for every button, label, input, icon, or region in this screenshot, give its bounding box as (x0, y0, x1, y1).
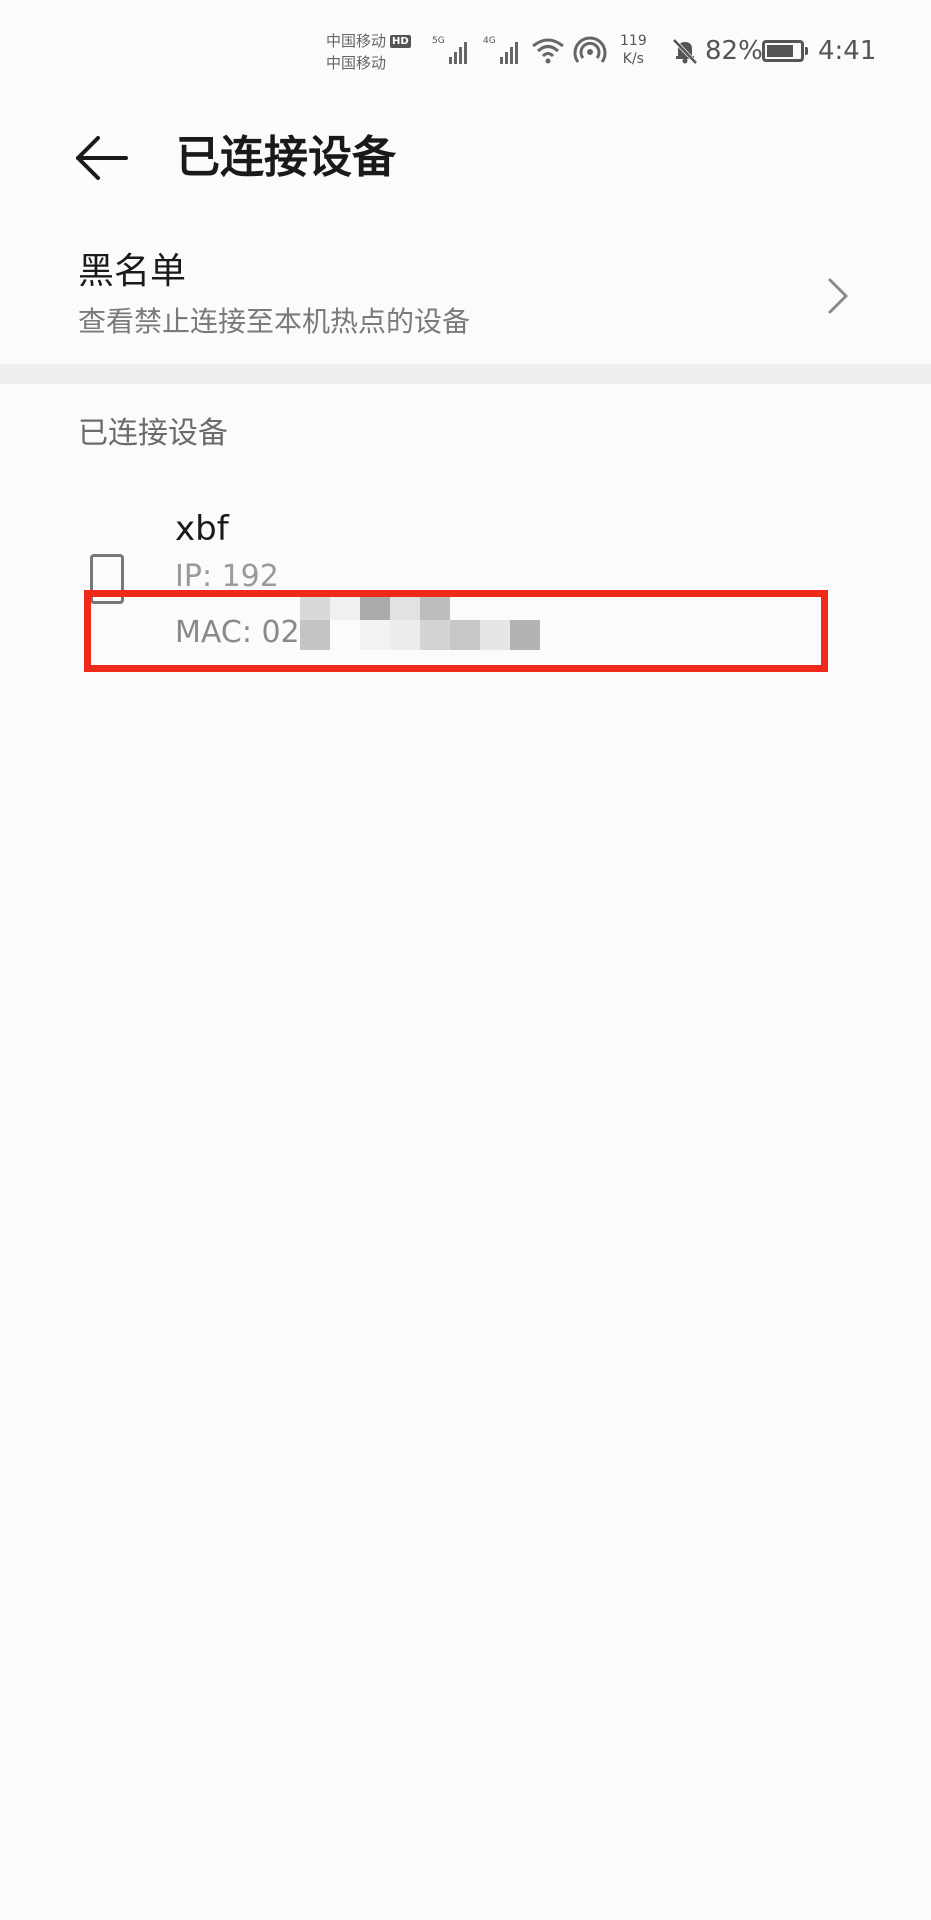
mute-bell-icon (672, 38, 698, 65)
carrier-2-label: 中国移动 (326, 54, 387, 72)
section-divider (0, 364, 931, 384)
device-name: xbf (175, 509, 229, 549)
carrier-1-label: 中国移动 (326, 32, 387, 50)
speed-unit: K/s (622, 51, 644, 67)
signal-icon: 4G (483, 36, 518, 64)
section-header: 已连接设备 (78, 416, 228, 451)
signal-2-generation: 4G (483, 36, 496, 46)
hotspot-icon (573, 36, 607, 63)
hd-badge: HD (390, 34, 411, 48)
network-speed: 119 K/s (620, 32, 647, 68)
back-button[interactable] (72, 128, 132, 188)
clock: 4:41 (818, 36, 877, 66)
blacklist-subtitle: 查看禁止连接至本机热点的设备 (78, 305, 471, 338)
battery-percent: 82% (705, 36, 763, 66)
page-title: 已连接设备 (176, 132, 396, 183)
carrier-labels: 中国移动 HD 中国移动 (326, 30, 411, 74)
signal-1-generation: 5G (432, 36, 445, 46)
blacklist-title: 黑名单 (78, 251, 187, 292)
blacklist-row[interactable]: 黑名单 查看禁止连接至本机热点的设备 (0, 240, 931, 360)
back-arrow-icon (76, 136, 128, 180)
chevron-right-icon (828, 278, 848, 314)
signal-icon: 5G (432, 36, 467, 64)
highlight-box (84, 590, 828, 672)
speed-value: 119 (620, 33, 647, 49)
battery-icon (762, 40, 808, 62)
wifi-icon (532, 38, 564, 64)
status-bar: 中国移动 HD 中国移动 5G 4G 119 K/s 82% 4:41 (0, 0, 931, 100)
